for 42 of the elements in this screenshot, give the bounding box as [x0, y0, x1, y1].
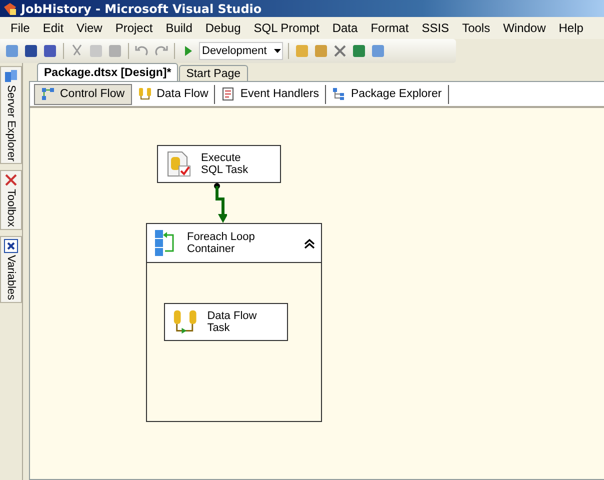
side-panel-tab[interactable]: Variables: [0, 236, 22, 304]
collapse-icon[interactable]: [304, 238, 315, 248]
designer-tab[interactable]: Event Handlers: [215, 84, 326, 104]
menu-item[interactable]: Help: [552, 21, 590, 35]
database-task-icon: [165, 150, 193, 178]
caret-icon: [273, 48, 282, 54]
side-panel-tab[interactable]: Server Explorer: [0, 66, 22, 164]
document-tab[interactable]: Package.dtsx [Design]*: [37, 63, 178, 81]
container-title: Foreach Loop Container: [187, 231, 256, 255]
task-node[interactable]: Data Flow Task: [164, 303, 288, 341]
menu-item[interactable]: Format: [364, 21, 416, 35]
tools-icon[interactable]: [332, 43, 348, 59]
menu-item[interactable]: Data: [326, 21, 364, 35]
app-logo-icon: [3, 2, 17, 16]
tools-icon: [4, 173, 18, 188]
window-title: JobHistory - Microsoft Visual Studio: [21, 2, 262, 16]
server-icon: [4, 69, 18, 83]
menu-item[interactable]: SSIS: [415, 21, 456, 35]
side-panel-tab[interactable]: Toolbox: [0, 170, 22, 230]
configuration-dropdown[interactable]: Development: [199, 42, 283, 60]
menu-item[interactable]: View: [70, 21, 109, 35]
menu-item[interactable]: Edit: [36, 21, 70, 35]
menu-item[interactable]: Project: [108, 21, 160, 35]
document-icon: [221, 87, 236, 101]
data-flow-icon: [172, 308, 200, 336]
designer-tab[interactable]: Control Flow: [34, 84, 132, 104]
tree-icon: [332, 87, 346, 101]
designer-tab[interactable]: Data Flow: [132, 84, 216, 104]
designer-tab[interactable]: Package Explorer: [326, 84, 449, 104]
variables-icon: [4, 239, 18, 254]
menu-item[interactable]: File: [4, 21, 36, 35]
menu-item[interactable]: Tools: [456, 21, 497, 35]
task-node[interactable]: Execute SQL Task: [157, 145, 281, 183]
loop-container[interactable]: Foreach Loop Container Data Flow Task: [146, 223, 322, 422]
menu-item[interactable]: Build: [159, 21, 199, 35]
connector-arrow: [213, 183, 227, 223]
cylinders-icon: [138, 87, 152, 101]
menu-item[interactable]: Window: [496, 21, 552, 35]
document-tab[interactable]: Start Page: [179, 65, 248, 81]
menu-item[interactable]: SQL Prompt: [247, 21, 326, 35]
flowchart-icon: [41, 87, 55, 101]
menu-item[interactable]: Debug: [198, 21, 248, 35]
